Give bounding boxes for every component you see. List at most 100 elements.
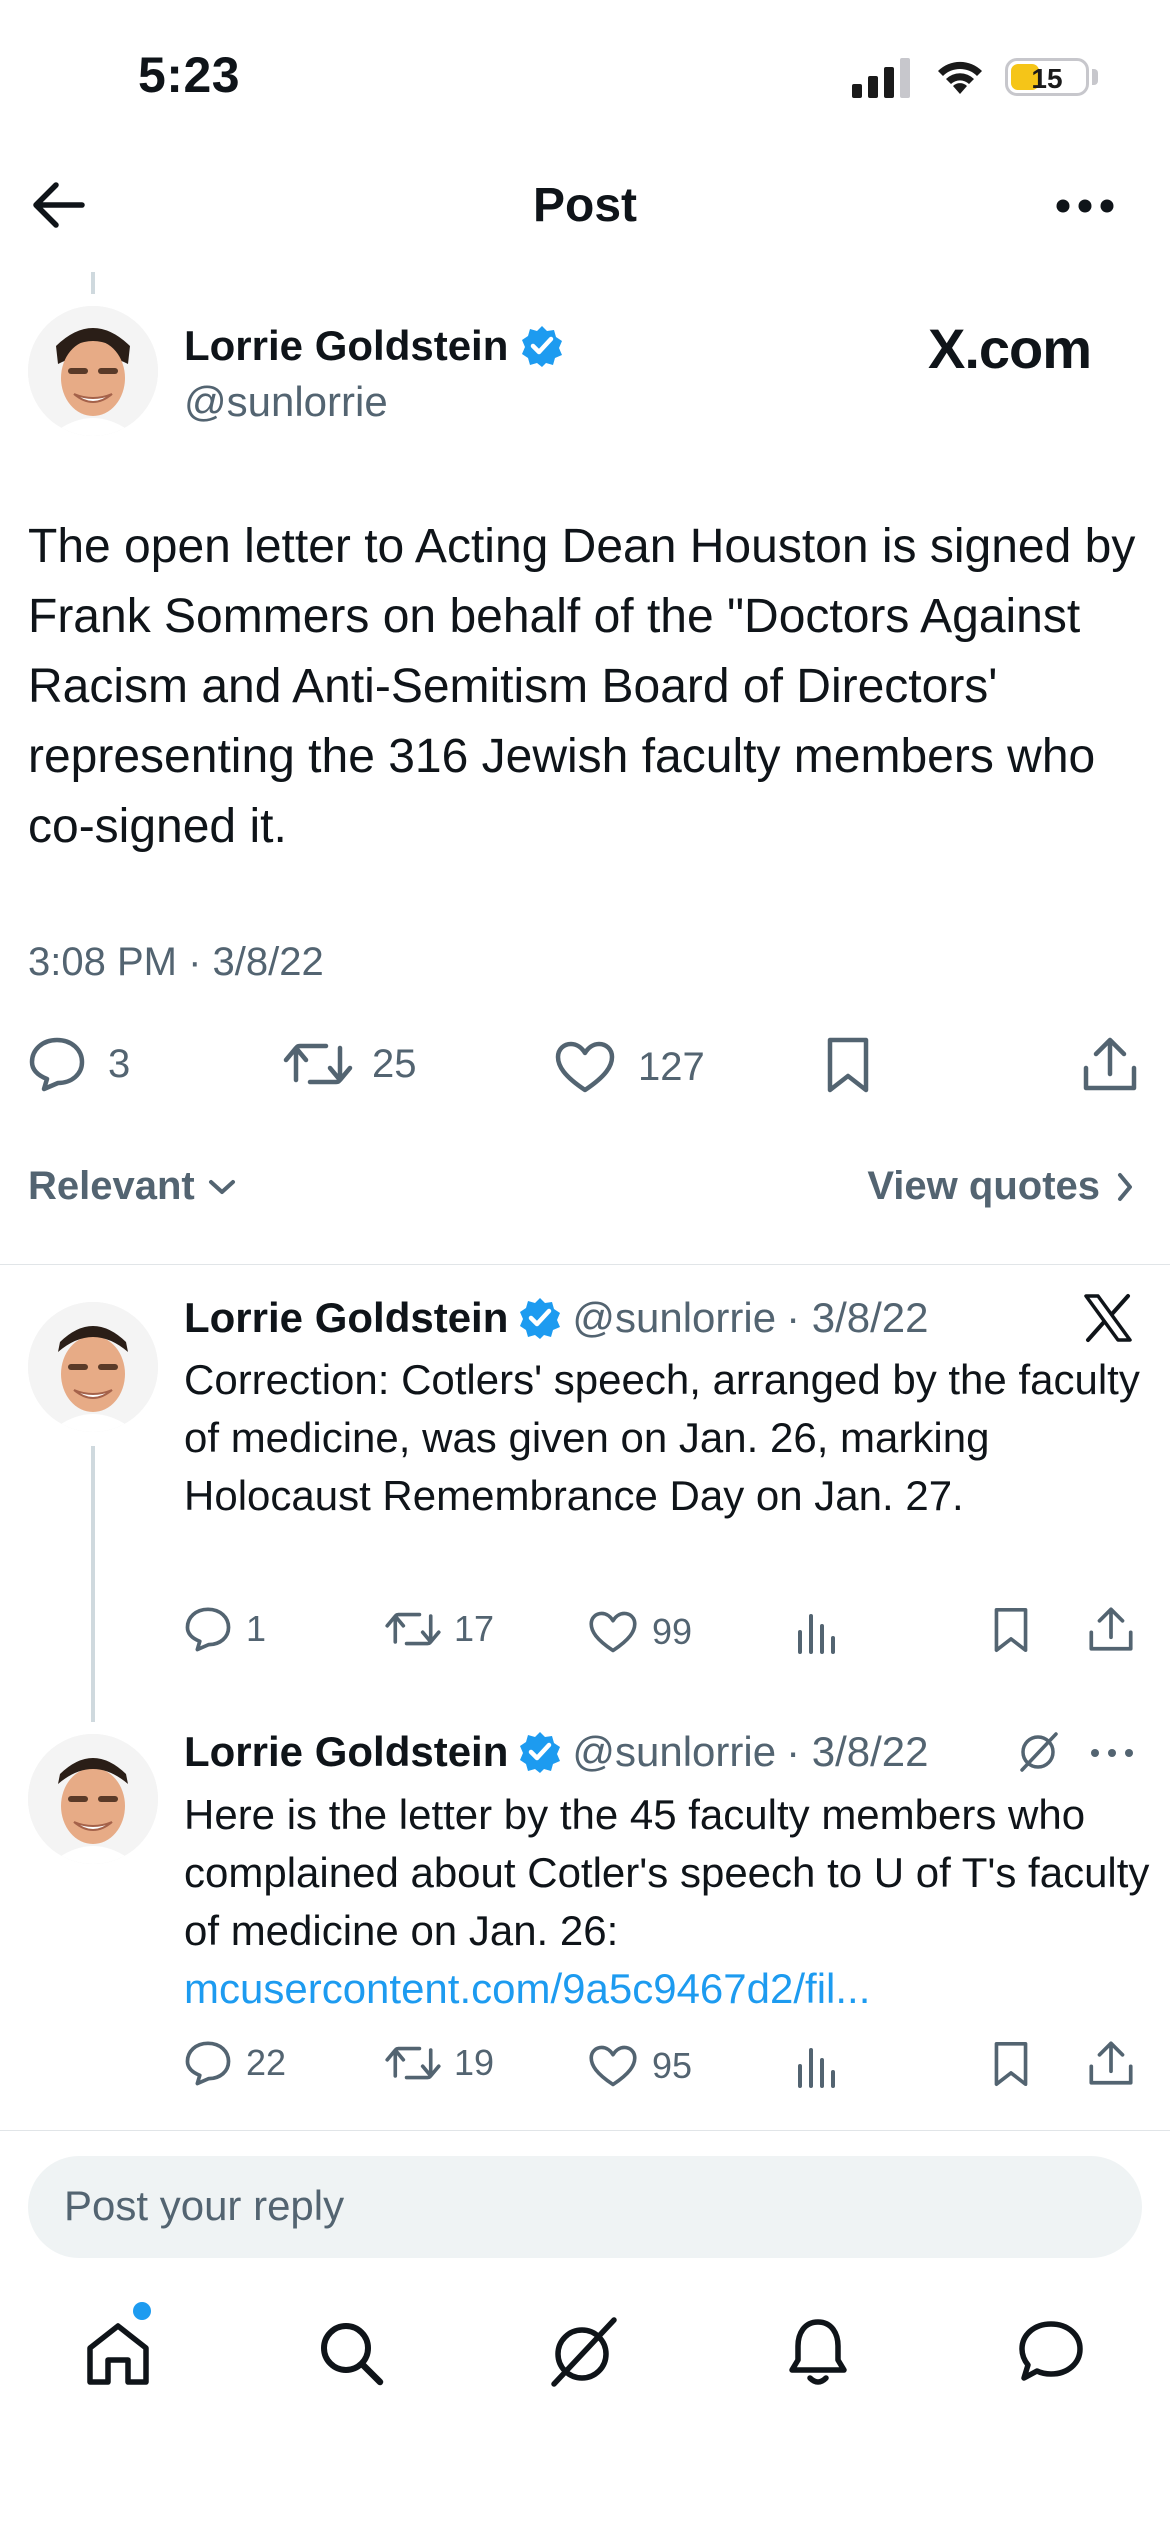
reply-text-body: Here is the letter by the 45 faculty mem…	[184, 1791, 1150, 1954]
reply-more-button[interactable]	[1090, 1748, 1134, 1758]
reply-count: 22	[246, 2042, 287, 2083]
status-time: 5:23	[138, 47, 241, 103]
more-button[interactable]	[1056, 198, 1114, 214]
nav-notifications[interactable]	[786, 2316, 850, 2388]
sort-label: Relevant	[28, 1164, 195, 1208]
more-icon	[1091, 1749, 1133, 1757]
repost-icon	[283, 1043, 353, 1085]
like-icon	[589, 2045, 637, 2087]
search-icon	[321, 2323, 384, 2386]
battery-indicator: 15	[1005, 58, 1089, 96]
nav-search[interactable]	[316, 2318, 386, 2388]
like-count: 99	[652, 1611, 693, 1652]
reply-button[interactable]: 22	[184, 2040, 286, 2086]
more-icon	[1056, 199, 1114, 213]
like-button[interactable]: 127	[554, 1040, 705, 1094]
view-quotes-link[interactable]: View quotes	[867, 1164, 1134, 1209]
nav-grok[interactable]	[548, 2314, 620, 2388]
battery-percent: 15	[1031, 63, 1063, 94]
page-title: Post	[532, 179, 637, 232]
reply-avatar[interactable]	[28, 1302, 158, 1432]
views-button[interactable]	[794, 2044, 838, 2088]
home-icon	[87, 2323, 149, 2385]
grok-button[interactable]	[1016, 1730, 1060, 1774]
repost-count: 19	[454, 2042, 495, 2083]
nav-messages[interactable]	[1016, 2318, 1086, 2386]
bookmark-button[interactable]	[822, 1036, 874, 1094]
view-quotes-label: View quotes	[867, 1164, 1100, 1208]
share-icon	[1089, 1607, 1133, 1651]
reply-button[interactable]: 1	[184, 1606, 266, 1652]
reply-icon	[29, 1037, 85, 1092]
reply-icon	[185, 2041, 231, 2086]
like-button[interactable]: 99	[588, 1610, 692, 1654]
reply-text: Here is the letter by the 45 faculty mem…	[184, 1786, 1170, 2018]
share-button[interactable]	[1088, 2038, 1134, 2088]
repost-button[interactable]: 17	[384, 1608, 494, 1650]
reply-date[interactable]: · 3/8/22	[786, 1294, 928, 1342]
reply-icon	[185, 1607, 231, 1652]
repost-button[interactable]: 19	[384, 2042, 494, 2084]
reply-author-handle[interactable]: @sunlorrie	[572, 1728, 776, 1776]
avatar[interactable]	[28, 306, 158, 436]
verified-icon	[520, 1298, 561, 1339]
reply-author-handle[interactable]: @sunlorrie	[572, 1294, 776, 1342]
like-button[interactable]: 95	[588, 2044, 692, 2088]
reply-author-name[interactable]: Lorrie Goldstein	[184, 1728, 508, 1776]
chevron-down-icon	[208, 1179, 235, 1194]
notification-dot	[133, 2302, 151, 2320]
views-icon	[798, 1614, 835, 1654]
sort-dropdown[interactable]: Relevant	[28, 1164, 237, 1209]
like-count: 95	[652, 2045, 693, 2086]
divider	[0, 2130, 1170, 2131]
bell-icon	[789, 2319, 847, 2385]
home-indicator	[400, 2500, 770, 2512]
nav-home[interactable]	[82, 2318, 154, 2388]
reply-link[interactable]: mcusercontent.com/9a5c9467d2/fil...	[184, 1965, 870, 2012]
bookmark-icon	[994, 2041, 1028, 2087]
tweet-timestamp[interactable]: 3:08 PM · 3/8/22	[28, 940, 324, 985]
thread-line-top	[91, 272, 95, 294]
verified-icon	[520, 1732, 561, 1773]
views-button[interactable]	[794, 1610, 838, 1654]
bookmark-icon	[827, 1037, 869, 1093]
share-button[interactable]	[1082, 1034, 1138, 1094]
share-icon	[1083, 1037, 1137, 1091]
divider	[0, 1264, 1170, 1265]
like-count: 127	[638, 1044, 705, 1089]
reply-date[interactable]: · 3/8/22	[786, 1728, 928, 1776]
reply-button[interactable]: 3	[28, 1036, 130, 1092]
share-icon	[1089, 2041, 1133, 2085]
grok-icon	[551, 2317, 617, 2387]
bookmark-icon	[994, 1607, 1028, 1653]
x-logo-icon	[1082, 1292, 1134, 1344]
author-handle[interactable]: @sunlorrie	[184, 378, 388, 426]
thread-line	[91, 1446, 95, 1722]
author-name[interactable]: Lorrie Goldstein	[184, 322, 508, 370]
reply-count: 1	[246, 1608, 267, 1649]
repost-count: 17	[454, 1608, 495, 1649]
views-icon	[798, 2048, 835, 2088]
x-com-logo: X.com	[928, 317, 1092, 380]
repost-button[interactable]: 25	[282, 1038, 417, 1090]
battery-nub	[1092, 69, 1098, 85]
bookmark-button[interactable]	[990, 2040, 1032, 2088]
verified-icon	[522, 326, 563, 367]
grok-icon	[1020, 1732, 1058, 1772]
reply-count: 3	[108, 1041, 131, 1086]
messages-icon	[1019, 2321, 1083, 2381]
like-icon	[589, 1611, 637, 1653]
bookmark-button[interactable]	[990, 1606, 1032, 1654]
repost-icon	[385, 2046, 441, 2080]
repost-icon	[385, 1612, 441, 1646]
repost-count: 25	[372, 1041, 417, 1086]
signal-icon	[852, 58, 912, 98]
reply-text: Correction: Cotlers' speech, arranged by…	[184, 1356, 1140, 1519]
reply-author-name[interactable]: Lorrie Goldstein	[184, 1294, 508, 1342]
tweet-text: The open letter to Acting Dean Houston i…	[28, 520, 1136, 853]
reply-avatar[interactable]	[28, 1734, 158, 1864]
share-button[interactable]	[1088, 1604, 1134, 1654]
like-icon	[555, 1041, 615, 1093]
chevron-right-icon	[1118, 1172, 1132, 1201]
reply-placeholder: Post your reply	[64, 2182, 345, 2229]
